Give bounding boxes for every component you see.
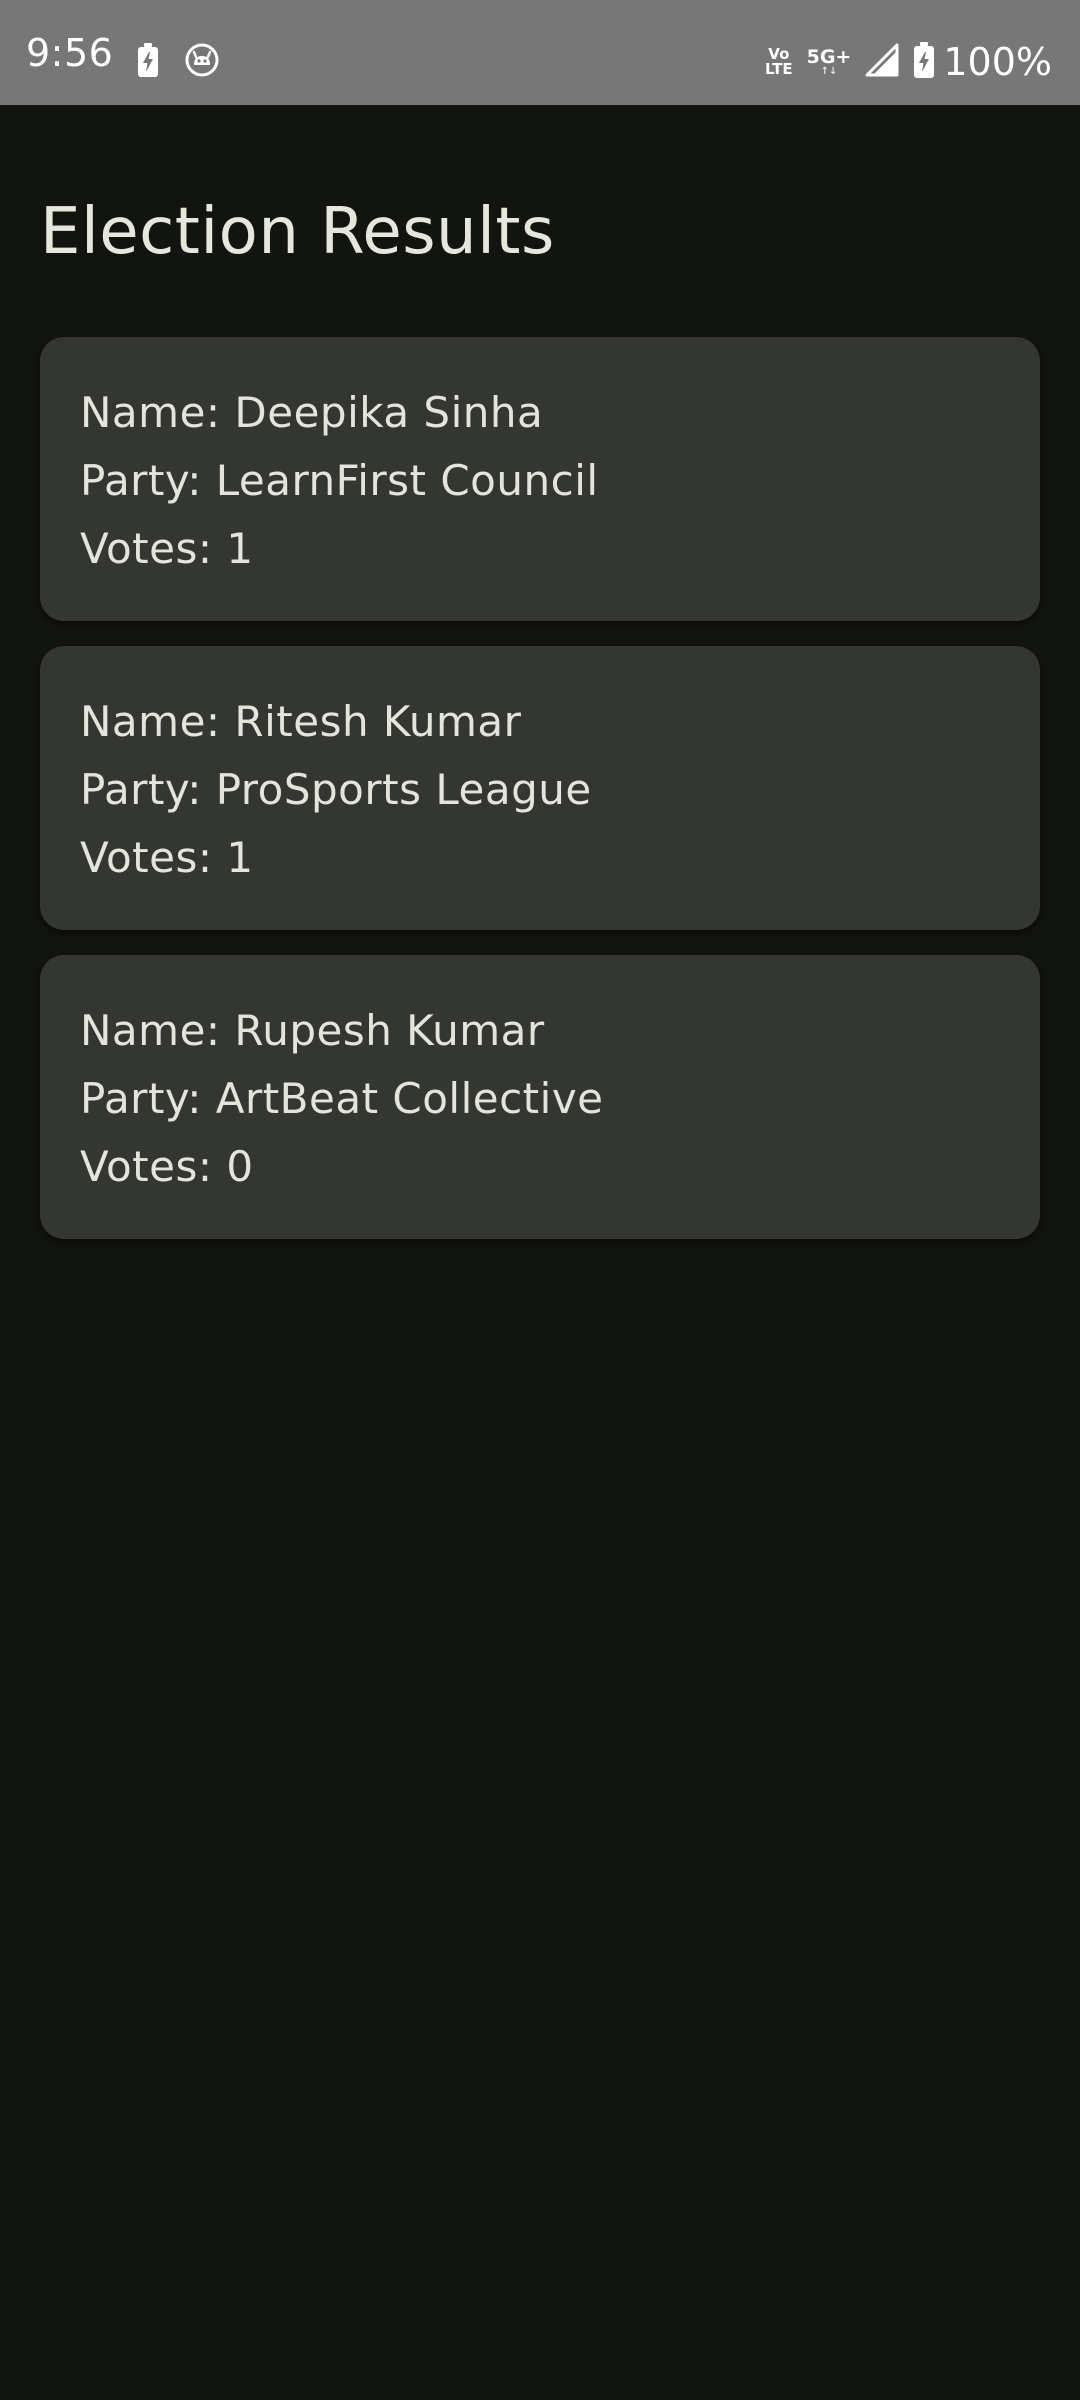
candidate-party: Party: ProSports League — [80, 765, 592, 814]
status-right-icons: Vo LTE 5G+ ↑↓ 100% — [765, 38, 1052, 86]
candidate-card: Name: Ritesh Kumar Party: ProSports Leag… — [40, 646, 1040, 930]
signal-strength-icon — [865, 43, 899, 81]
candidate-votes: Votes: 0 — [80, 1142, 254, 1191]
status-bar: 9:56 Vo LTE 5G+ ↑↓ 100% — [0, 0, 1080, 105]
status-left-icons — [137, 42, 219, 82]
candidate-name: Name: Ritesh Kumar — [80, 697, 522, 746]
candidate-votes: Votes: 1 — [80, 524, 254, 573]
candidate-party: Party: LearnFirst Council — [80, 456, 599, 505]
candidate-card: Name: Deepika Sinha Party: LearnFirst Co… — [40, 337, 1040, 621]
battery-icon — [913, 42, 935, 82]
network-type-indicator: 5G+ ↑↓ — [806, 45, 852, 77]
candidate-party: Party: ArtBeat Collective — [80, 1074, 604, 1123]
candidate-card: Name: Rupesh Kumar Party: ArtBeat Collec… — [40, 955, 1040, 1239]
candidate-name: Name: Deepika Sinha — [80, 388, 544, 437]
battery-charging-icon — [137, 43, 159, 81]
page-title: Election Results — [40, 195, 555, 269]
app-notification-icon — [185, 43, 219, 81]
candidate-votes: Votes: 1 — [80, 833, 254, 882]
volte-indicator: Vo LTE — [765, 45, 793, 78]
battery-percentage: 100% — [943, 40, 1052, 84]
candidate-name: Name: Rupesh Kumar — [80, 1006, 545, 1055]
status-time: 9:56 — [26, 31, 114, 75]
